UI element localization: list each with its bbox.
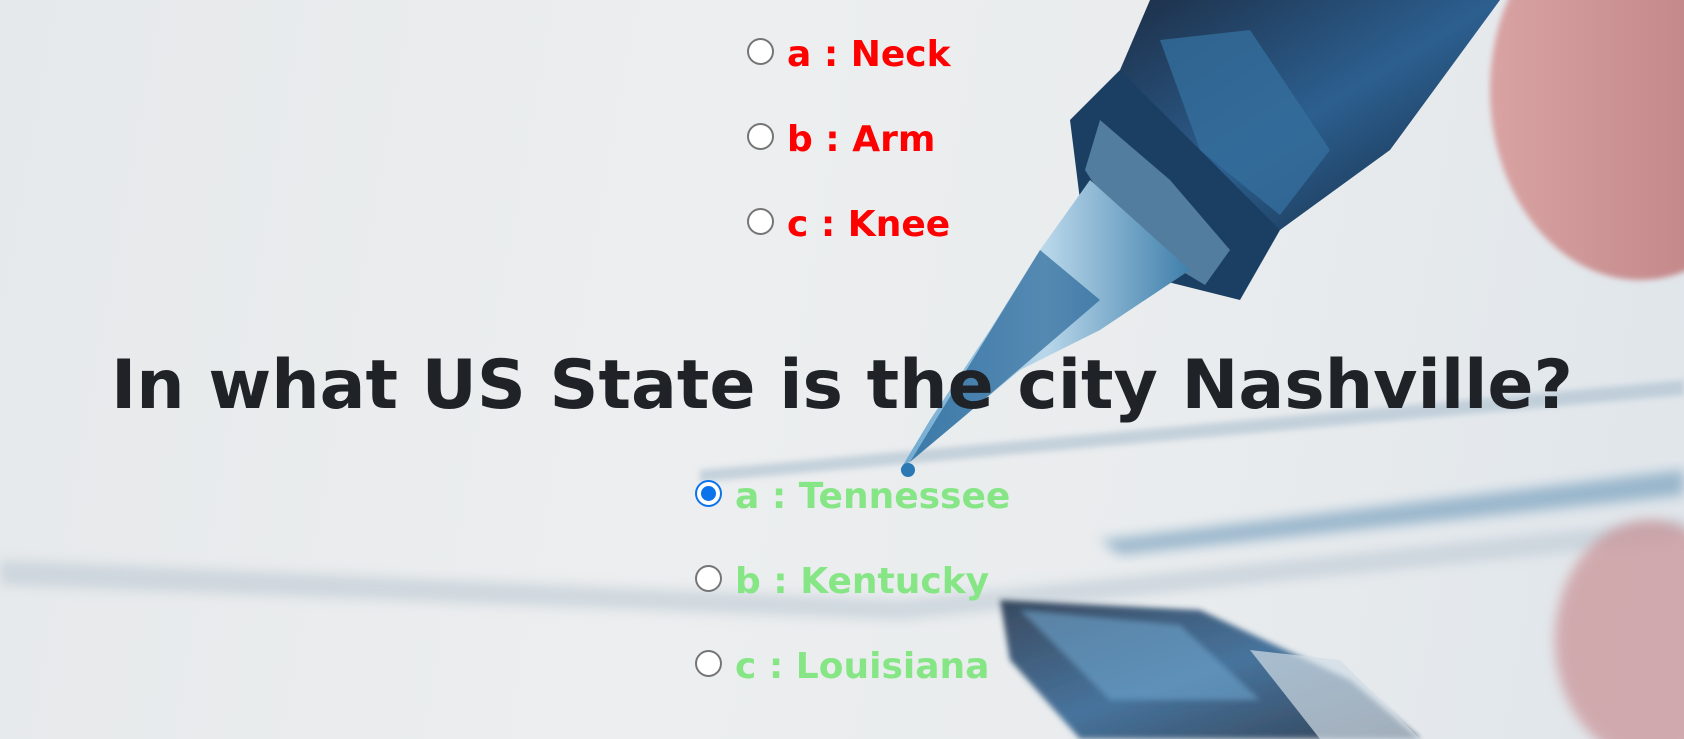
option-label: b : Kentucky — [735, 560, 990, 602]
radio-button[interactable] — [747, 37, 774, 65]
radio-button-checked[interactable] — [695, 479, 722, 507]
option-b-kentucky[interactable]: b : Kentucky — [695, 560, 990, 602]
option-b-arm[interactable]: b : Arm — [747, 118, 936, 160]
option-label: a : Tennessee — [735, 475, 1011, 517]
option-a-tennessee[interactable]: a : Tennessee — [695, 475, 1011, 517]
question-title: In what US State is the city Nashville? — [111, 346, 1573, 425]
radio-button[interactable] — [695, 564, 722, 592]
option-label: b : Arm — [787, 118, 936, 160]
radio-button[interactable] — [747, 122, 774, 150]
option-label: c : Knee — [787, 203, 951, 245]
option-label: a : Neck — [787, 33, 951, 75]
option-c-louisiana[interactable]: c : Louisiana — [695, 645, 990, 687]
option-c-knee[interactable]: c : Knee — [747, 203, 951, 245]
radio-button[interactable] — [747, 207, 774, 235]
option-label: c : Louisiana — [735, 645, 990, 687]
radio-button[interactable] — [695, 649, 722, 677]
quiz-page: a : Neck b : Arm c : Knee In what US Sta… — [0, 0, 1684, 739]
option-a-neck[interactable]: a : Neck — [747, 33, 951, 75]
